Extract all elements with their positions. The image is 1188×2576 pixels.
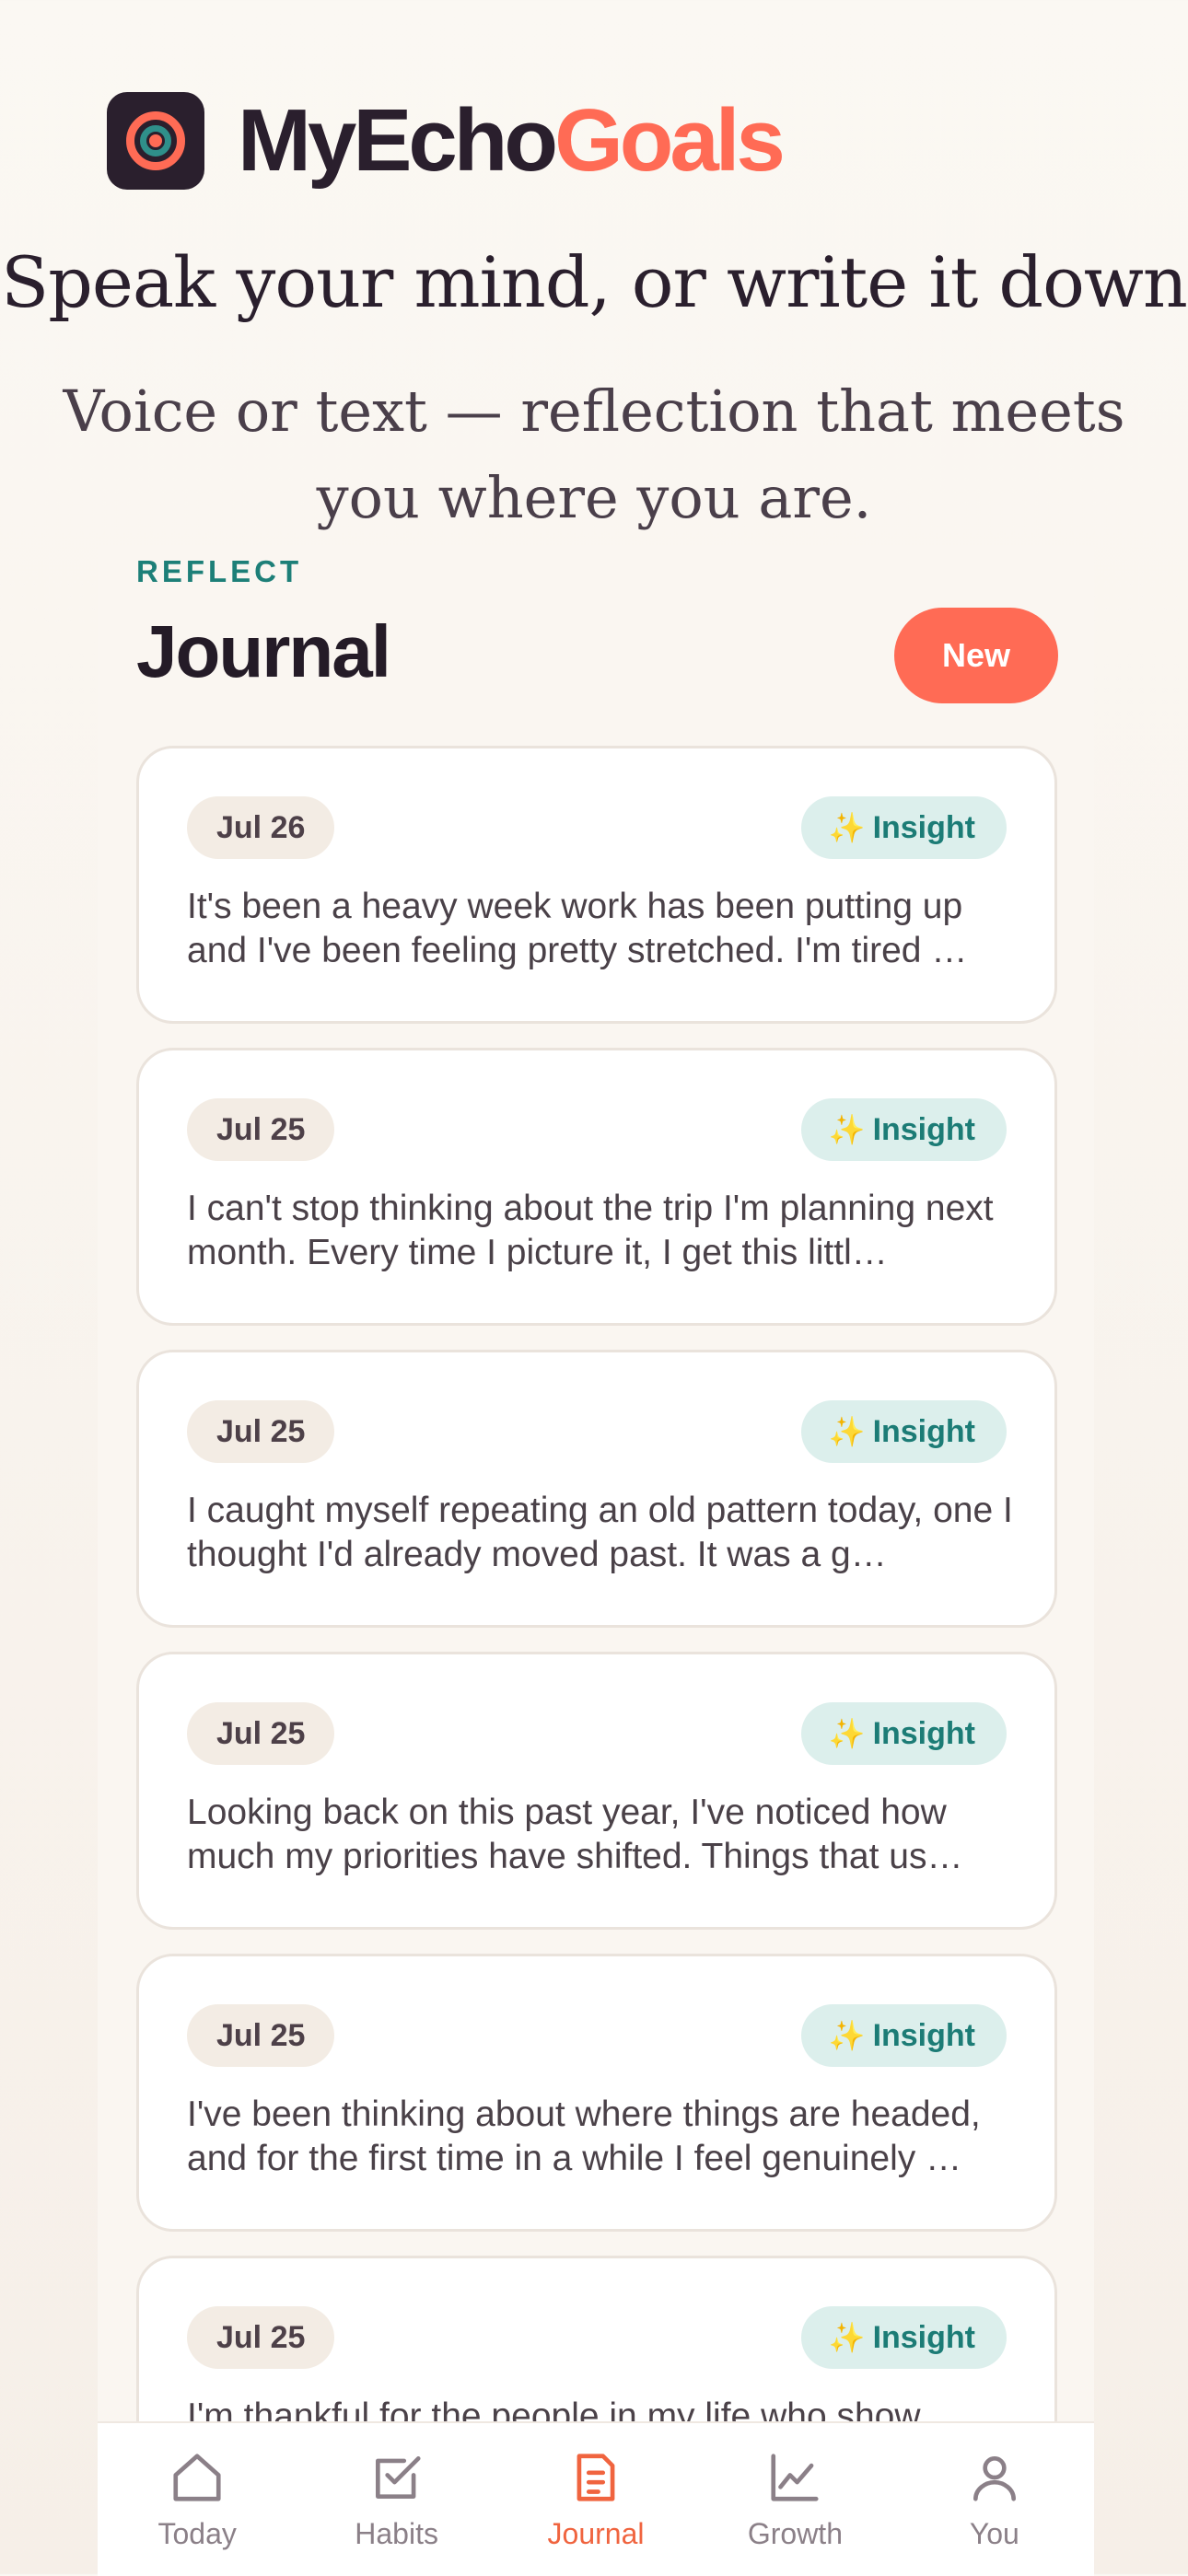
entry-date-badge: Jul 25 <box>187 1400 335 1463</box>
insight-badge[interactable]: ✨ Insight <box>800 1098 1007 1161</box>
entry-date-badge: Jul 25 <box>187 1702 335 1765</box>
entry-date-badge: Jul 25 <box>187 2306 335 2369</box>
sparkles-icon: ✨ <box>828 1415 866 1448</box>
entry-date-badge: Jul 25 <box>187 2004 335 2067</box>
sparkles-icon: ✨ <box>828 2321 866 2354</box>
brand-name-part1: MyEcho <box>238 91 558 190</box>
sparkles-icon: ✨ <box>828 1113 866 1146</box>
target-logo-icon <box>107 92 204 190</box>
entry-date-badge: Jul 26 <box>187 796 335 859</box>
journal-icon <box>577 2454 615 2501</box>
hero-subhead: Voice or text — reflection that meets yo… <box>63 377 1125 531</box>
home-icon <box>173 2454 221 2501</box>
entry-date-badge: Jul 25 <box>187 1098 335 1161</box>
brand-name-part2: Goals <box>554 91 786 190</box>
journal-entry-card[interactable]: Jul 25 ✨ Insight I've been thinking about… <box>136 1954 1057 2232</box>
entry-excerpt: I've been thinking about where things ar… <box>187 2094 981 2178</box>
insight-badge[interactable]: ✨ Insight <box>800 1702 1007 1765</box>
tab-label: Growth <box>747 2517 843 2550</box>
entry-excerpt: I can't stop thinking about the trip I'm… <box>187 1189 994 1272</box>
tab-growth[interactable]: Growth <box>695 2423 894 2576</box>
bottom-tab-bar: Today Habits Journal Growth You <box>98 2421 1094 2576</box>
chart-icon <box>771 2454 819 2501</box>
page-title: Journal <box>136 610 391 692</box>
hero-headline: Speak your mind, or write it down <box>1 241 1188 323</box>
app-screen: REFLECT Journal New Jul 26 ✨ Insight It's… <box>98 545 1094 2574</box>
tab-label: Habits <box>355 2517 438 2550</box>
section-eyebrow: REFLECT <box>136 554 303 588</box>
app-brand: MyEchoGoals <box>107 92 786 190</box>
journal-entry-card[interactable]: Jul 25 ✨ Insight I caught myself repeatin… <box>136 1350 1057 1628</box>
insight-label: Insight <box>872 1413 975 1449</box>
journal-entry-card[interactable]: Jul 25 ✨ Insight Looking back on this pas… <box>136 1652 1057 1930</box>
insight-badge[interactable]: ✨ Insight <box>800 1400 1007 1463</box>
insight-label: Insight <box>872 2319 975 2355</box>
brand-name: MyEchoGoals <box>238 97 786 185</box>
entry-excerpt: It's been a heavy week work has been put… <box>187 887 968 970</box>
insight-badge[interactable]: ✨ Insight <box>800 2306 1007 2369</box>
tab-habits[interactable]: Habits <box>297 2423 495 2576</box>
journal-list: Jul 26 ✨ Insight It's been a heavy week w… <box>136 746 1057 2558</box>
journal-entry-card[interactable]: Jul 26 ✨ Insight It's been a heavy week w… <box>136 746 1057 1024</box>
tab-today[interactable]: Today <box>98 2423 297 2576</box>
sparkles-icon: ✨ <box>828 811 866 844</box>
tab-label: Journal <box>547 2517 645 2550</box>
entry-excerpt: Looking back on this past year, I've not… <box>187 1793 963 1876</box>
insight-badge[interactable]: ✨ Insight <box>800 2004 1007 2067</box>
checkbox-icon <box>375 2456 421 2499</box>
insight-label: Insight <box>872 2017 975 2053</box>
person-icon <box>973 2456 1016 2501</box>
sparkles-icon: ✨ <box>828 1717 866 1750</box>
tab-you[interactable]: You <box>895 2423 1094 2576</box>
insight-badge[interactable]: ✨ Insight <box>800 796 1007 859</box>
entry-excerpt: I caught myself repeating an old pattern… <box>187 1491 1013 1574</box>
tab-label: You <box>969 2517 1019 2550</box>
insight-label: Insight <box>872 1715 975 1751</box>
insight-label: Insight <box>872 1111 975 1147</box>
new-entry-button[interactable]: New <box>894 608 1058 703</box>
tab-label: Today <box>157 2517 237 2550</box>
journal-entry-card[interactable]: Jul 25 ✨ Insight I can't stop thinking ab… <box>136 1048 1057 1326</box>
sparkles-icon: ✨ <box>828 2019 866 2052</box>
tab-journal[interactable]: Journal <box>496 2423 695 2576</box>
insight-label: Insight <box>872 809 975 845</box>
